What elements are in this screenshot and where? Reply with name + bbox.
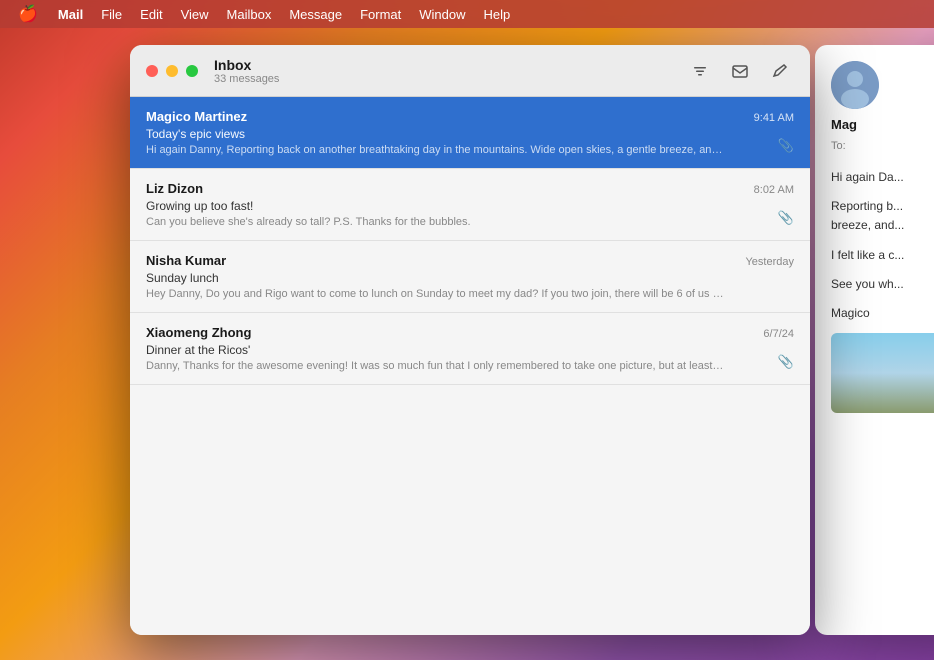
detail-body-line-1: Hi again Da...	[831, 168, 934, 187]
email-sender-3: Nisha Kumar	[146, 253, 226, 268]
detail-body-line-2: Reporting b...breeze, and...	[831, 197, 934, 235]
menubar: 🍎 Mail File Edit View Mailbox Message Fo…	[0, 0, 934, 28]
filter-icon[interactable]	[686, 57, 714, 85]
email-item-4[interactable]: Xiaomeng Zhong 6/7/24 Dinner at the Rico…	[130, 313, 810, 385]
email-sender-1: Magico Martinez	[146, 109, 247, 124]
email-preview-3: Hey Danny, Do you and Rigo want to come …	[146, 288, 726, 300]
email-subject-1: Today's epic views	[146, 127, 794, 141]
minimize-button[interactable]	[166, 65, 178, 77]
detail-photo	[831, 333, 934, 413]
mailbox-menu-item[interactable]: Mailbox	[219, 5, 280, 24]
email-item-3[interactable]: Nisha Kumar Yesterday Sunday lunch Hey D…	[130, 241, 810, 313]
edit-menu-item[interactable]: Edit	[132, 5, 170, 24]
email-subject-2: Growing up too fast!	[146, 199, 794, 213]
email-subject-4: Dinner at the Ricos'	[146, 343, 794, 357]
detail-to-label: To:	[831, 140, 934, 152]
email-time-4: 6/7/24	[763, 328, 794, 340]
email-item-2[interactable]: Liz Dizon 8:02 AM Growing up too fast! C…	[130, 169, 810, 241]
window-menu-item[interactable]: Window	[411, 5, 473, 24]
window-subtitle: 33 messages	[214, 73, 279, 85]
email-list[interactable]: Magico Martinez 9:41 AM Today's epic vie…	[130, 97, 810, 635]
message-menu-item[interactable]: Message	[281, 5, 350, 24]
maximize-button[interactable]	[186, 65, 198, 77]
attachment-icon-1: 📎	[778, 138, 794, 154]
email-subject-3: Sunday lunch	[146, 271, 794, 285]
detail-body-line-4: See you wh...	[831, 275, 934, 294]
email-time-1: 9:41 AM	[754, 112, 794, 124]
file-menu-item[interactable]: File	[93, 5, 130, 24]
email-sender-2: Liz Dizon	[146, 181, 203, 196]
attachment-icon-2: 📎	[778, 210, 794, 226]
email-time-3: Yesterday	[745, 256, 794, 268]
email-preview-4: Danny, Thanks for the awesome evening! I…	[146, 360, 726, 372]
window-title: Inbox	[214, 57, 279, 73]
view-menu-item[interactable]: View	[173, 5, 217, 24]
new-message-icon[interactable]	[766, 57, 794, 85]
format-menu-item[interactable]: Format	[352, 5, 409, 24]
email-preview-2: Can you believe she's already so tall? P…	[146, 216, 726, 228]
detail-body-line-5: Magico	[831, 304, 934, 323]
email-time-2: 8:02 AM	[754, 184, 794, 196]
detail-header: Mag To:	[831, 61, 934, 152]
sender-avatar	[831, 61, 879, 109]
detail-body-line-3: I felt like a c...	[831, 246, 934, 265]
window-controls	[146, 65, 198, 77]
email-preview-1: Hi again Danny, Reporting back on anothe…	[146, 144, 726, 156]
compose-email-icon[interactable]	[726, 57, 754, 85]
email-item-1[interactable]: Magico Martinez 9:41 AM Today's epic vie…	[130, 97, 810, 169]
window-titlebar: Inbox 33 messages	[130, 45, 810, 97]
window-title-info: Inbox 33 messages	[214, 57, 279, 85]
detail-body: Hi again Da... Reporting b...breeze, and…	[831, 168, 934, 413]
attachment-icon-4: 📎	[778, 354, 794, 370]
mail-window: Inbox 33 messages	[130, 45, 810, 635]
mail-menu-item[interactable]: Mail	[50, 5, 91, 24]
apple-menu[interactable]: 🍎	[8, 4, 48, 24]
help-menu-item[interactable]: Help	[476, 5, 519, 24]
close-button[interactable]	[146, 65, 158, 77]
detail-sender-name: Mag	[831, 117, 934, 132]
titlebar-actions	[686, 57, 794, 85]
email-detail-panel: Mag To: Hi again Da... Reporting b...bre…	[815, 45, 934, 635]
email-sender-4: Xiaomeng Zhong	[146, 325, 251, 340]
